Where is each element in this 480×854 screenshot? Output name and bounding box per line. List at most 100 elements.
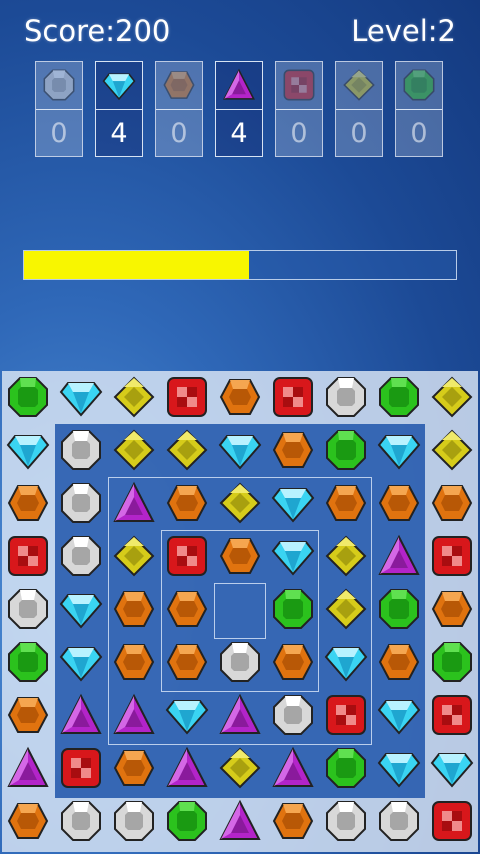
cyan-gem-r0-c1[interactable] — [54, 370, 107, 423]
purple-gem-r6-c1[interactable] — [54, 688, 107, 741]
white-gem-r6-c5[interactable] — [266, 688, 319, 741]
cyan-gem-r6-c3[interactable] — [160, 688, 213, 741]
orange-gem-r5-c3[interactable] — [160, 635, 213, 688]
cyan-gem-r6-c7[interactable] — [372, 688, 425, 741]
orange-gem-r2-c0[interactable] — [1, 476, 54, 529]
purple-gem-r7-c3[interactable] — [160, 741, 213, 794]
goal-slot-red: 0 — [275, 61, 323, 157]
goal-count: 4 — [96, 109, 142, 157]
purple-gem-r3-c7[interactable] — [372, 529, 425, 582]
green-gem-r0-c0[interactable] — [1, 370, 54, 423]
cyan-gem-r5-c1[interactable] — [54, 635, 107, 688]
white-gem-r4-c0[interactable] — [1, 582, 54, 635]
yellow-gem-r2-c4[interactable] — [213, 476, 266, 529]
purple-gem-r2-c2[interactable] — [107, 476, 160, 529]
yellow-gem-r1-c3[interactable] — [160, 423, 213, 476]
red-gem-r6-c6[interactable] — [319, 688, 372, 741]
goal-slot-green: 0 — [395, 61, 443, 157]
orange-gem-r5-c5[interactable] — [266, 635, 319, 688]
orange-gem-r1-c5[interactable] — [266, 423, 319, 476]
purple-gem-r7-c5[interactable] — [266, 741, 319, 794]
yellow-gem-r4-c6[interactable] — [319, 582, 372, 635]
orange-gem-r0-c4[interactable] — [213, 370, 266, 423]
goal-slot-orange: 0 — [155, 61, 203, 157]
orange-gem-r2-c7[interactable] — [372, 476, 425, 529]
white-gem-r0-c6[interactable] — [319, 370, 372, 423]
cyan-gem-r7-c8[interactable] — [425, 741, 478, 794]
level-label: Level:2 — [351, 14, 456, 48]
white-gem-r2-c1[interactable] — [54, 476, 107, 529]
white-gem-r8-c6[interactable] — [319, 794, 372, 847]
goal-count: 4 — [216, 109, 262, 157]
cyan-gem-r4-c1[interactable] — [54, 582, 107, 635]
green-gem-r0-c7[interactable] — [372, 370, 425, 423]
orange-gem-r5-c7[interactable] — [372, 635, 425, 688]
cyan-gem-r3-c5[interactable] — [266, 529, 319, 582]
purple-gem-r8-c4[interactable] — [213, 794, 266, 847]
red-gem-r0-c5[interactable] — [266, 370, 319, 423]
green-gem-r5-c8[interactable] — [425, 635, 478, 688]
white-gem-r3-c1[interactable] — [54, 529, 107, 582]
yellow-gem-r1-c2[interactable] — [107, 423, 160, 476]
orange-gem-r8-c0[interactable] — [1, 794, 54, 847]
game-board[interactable] — [0, 371, 480, 854]
cyan-gem-r5-c6[interactable] — [319, 635, 372, 688]
red-gem-r3-c0[interactable] — [1, 529, 54, 582]
yellow-gem-r3-c2[interactable] — [107, 529, 160, 582]
cyan-gem-icon — [96, 62, 142, 108]
purple-gem-r6-c2[interactable] — [107, 688, 160, 741]
orange-gem-r3-c4[interactable] — [213, 529, 266, 582]
green-gem-r4-c7[interactable] — [372, 582, 425, 635]
white-gem-r8-c2[interactable] — [107, 794, 160, 847]
purple-gem-r7-c0[interactable] — [1, 741, 54, 794]
white-gem-r8-c7[interactable] — [372, 794, 425, 847]
orange-gem-r8-c5[interactable] — [266, 794, 319, 847]
orange-gem-r5-c2[interactable] — [107, 635, 160, 688]
goal-count: 0 — [396, 109, 442, 157]
yellow-gem-r0-c2[interactable] — [107, 370, 160, 423]
red-gem-r3-c3[interactable] — [160, 529, 213, 582]
goal-count: 0 — [276, 109, 322, 157]
white-gem-r8-c1[interactable] — [54, 794, 107, 847]
goal-slot-yellow: 0 — [335, 61, 383, 157]
cyan-gem-r2-c5[interactable] — [266, 476, 319, 529]
orange-gem-r4-c2[interactable] — [107, 582, 160, 635]
yellow-gem-r7-c4[interactable] — [213, 741, 266, 794]
yellow-gem-r0-c8[interactable] — [425, 370, 478, 423]
orange-gem-r6-c0[interactable] — [1, 688, 54, 741]
red-gem-r8-c8[interactable] — [425, 794, 478, 847]
score-label: Score:200 — [24, 14, 171, 48]
goal-slot-purple: 4 — [215, 61, 263, 157]
yellow-gem-r3-c6[interactable] — [319, 529, 372, 582]
board-center-slot — [214, 583, 266, 639]
green-gem-r4-c5[interactable] — [266, 582, 319, 635]
level-progress-fill — [24, 251, 249, 279]
orange-gem-r4-c8[interactable] — [425, 582, 478, 635]
orange-gem-r2-c6[interactable] — [319, 476, 372, 529]
cyan-gem-r1-c0[interactable] — [1, 423, 54, 476]
yellow-gem-icon — [336, 62, 382, 108]
purple-gem-r6-c4[interactable] — [213, 688, 266, 741]
purple-gem-icon — [216, 62, 262, 108]
goal-slot-cyan: 4 — [95, 61, 143, 157]
red-gem-r7-c1[interactable] — [54, 741, 107, 794]
cyan-gem-r1-c4[interactable] — [213, 423, 266, 476]
green-gem-r8-c3[interactable] — [160, 794, 213, 847]
goal-count: 0 — [336, 109, 382, 157]
red-gem-r6-c8[interactable] — [425, 688, 478, 741]
cyan-gem-r1-c7[interactable] — [372, 423, 425, 476]
orange-gem-r4-c3[interactable] — [160, 582, 213, 635]
green-gem-r5-c0[interactable] — [1, 635, 54, 688]
red-gem-icon — [276, 62, 322, 108]
yellow-gem-r1-c8[interactable] — [425, 423, 478, 476]
red-gem-r3-c8[interactable] — [425, 529, 478, 582]
red-gem-r0-c3[interactable] — [160, 370, 213, 423]
white-gem-r1-c1[interactable] — [54, 423, 107, 476]
cyan-gem-r7-c7[interactable] — [372, 741, 425, 794]
orange-gem-r7-c2[interactable] — [107, 741, 160, 794]
orange-gem-r2-c3[interactable] — [160, 476, 213, 529]
green-gem-r1-c6[interactable] — [319, 423, 372, 476]
orange-gem-r2-c8[interactable] — [425, 476, 478, 529]
white-gem-r5-c4[interactable] — [213, 635, 266, 688]
green-gem-r7-c6[interactable] — [319, 741, 372, 794]
